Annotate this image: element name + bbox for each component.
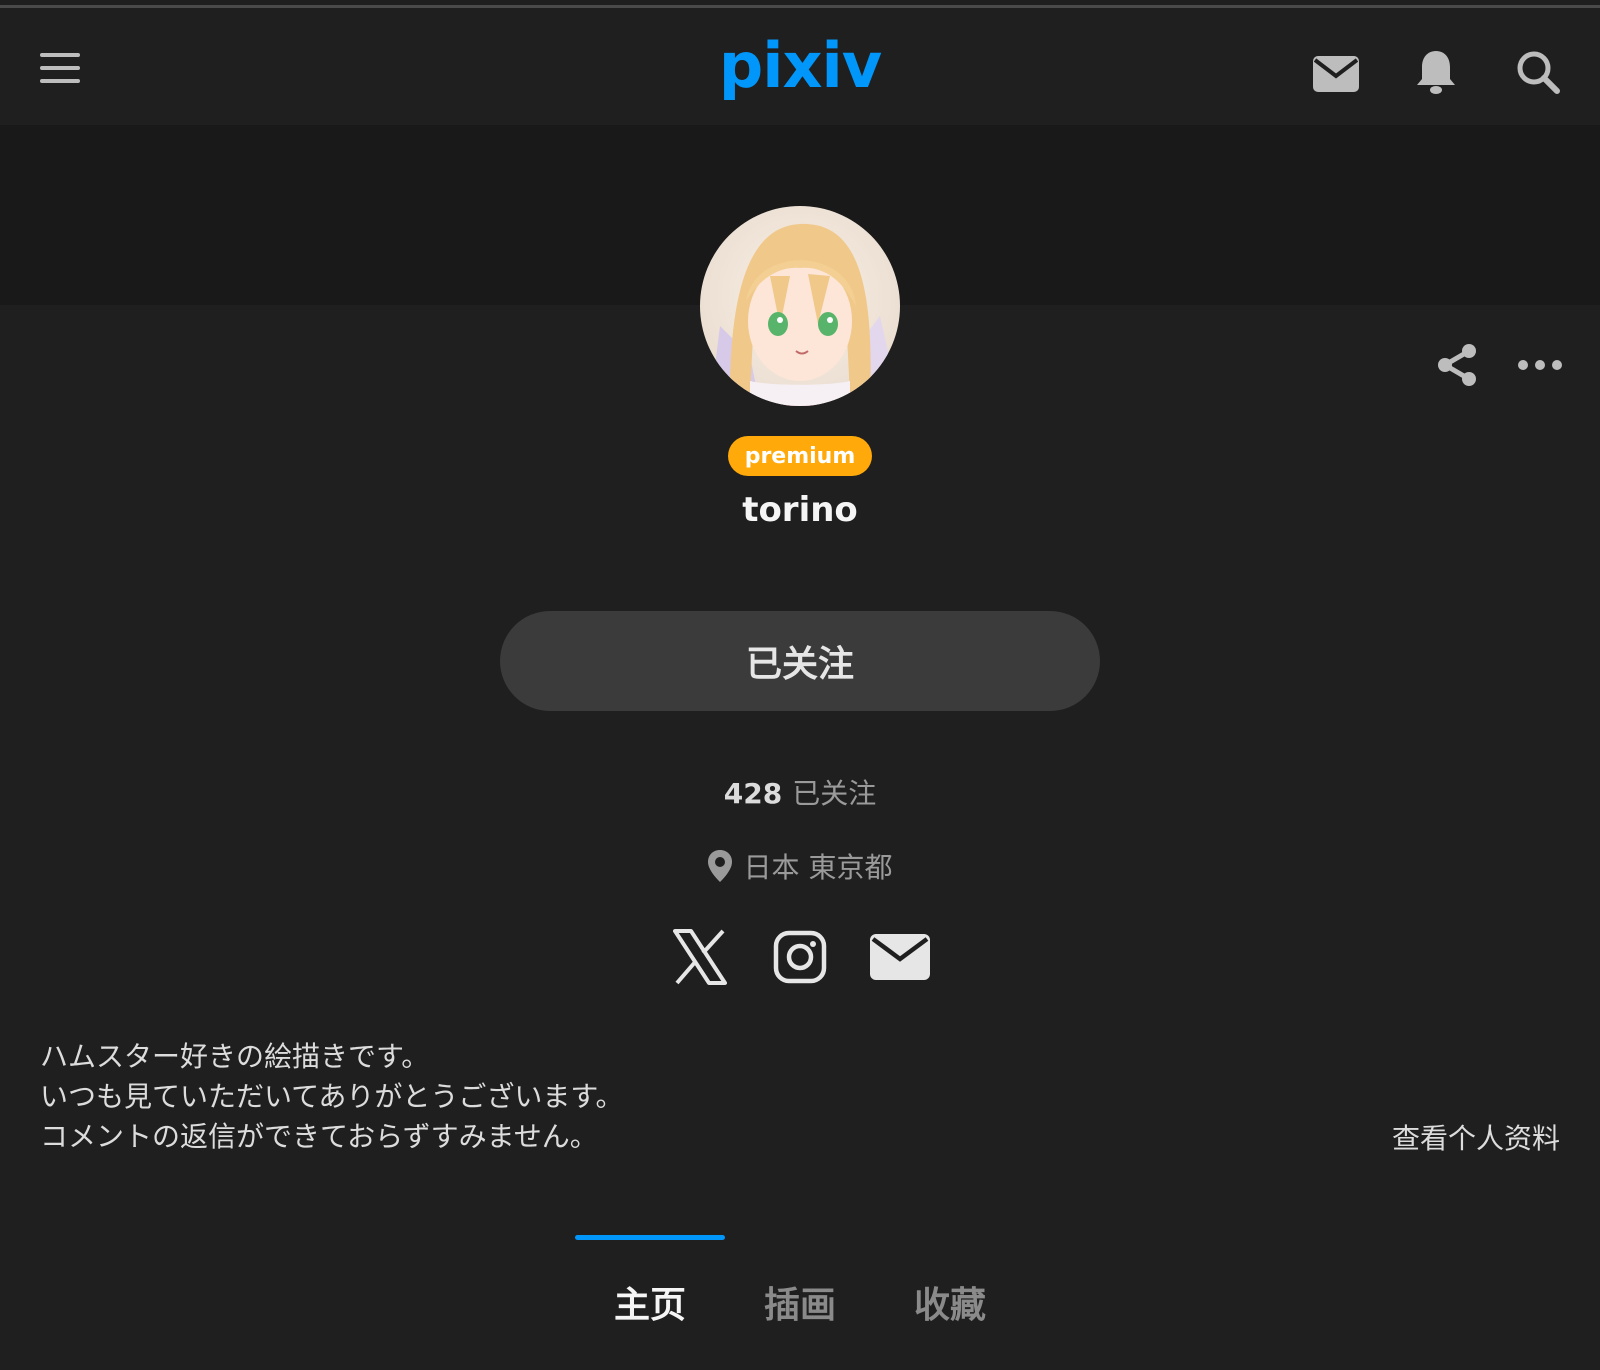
bell-icon[interactable] — [1406, 42, 1466, 102]
bio: ハムスター好きの絵描きです。 いつも見ていただいてありがとうございます。 コメン… — [40, 1037, 1290, 1157]
tab-bookmarks[interactable]: 收藏 — [875, 1235, 1025, 1335]
tab-illustrations-label: 插画 — [763, 1285, 836, 1326]
share-icon[interactable] — [1432, 340, 1482, 390]
bio-line: コメントの返信ができておらずすみません。 — [40, 1120, 598, 1153]
bio-line: ハムスター好きの絵描きです。 — [40, 1040, 430, 1073]
tab-illustrations[interactable]: 插画 — [725, 1235, 875, 1335]
view-profile-link[interactable]: 查看个人资料 — [1360, 1117, 1560, 1157]
profile-tabs: 主页 插画 收藏 — [575, 1235, 1025, 1335]
tab-bookmarks-label: 收藏 — [913, 1285, 986, 1326]
top-bar: pixiv — [0, 8, 1600, 125]
search-icon[interactable] — [1508, 42, 1568, 102]
username: torino — [742, 490, 858, 530]
location-pin-icon — [707, 850, 732, 882]
x-icon[interactable] — [668, 925, 732, 989]
logo-text: pixiv — [718, 29, 882, 102]
more-options-icon[interactable] — [1510, 345, 1570, 385]
profile-page: pixiv premium torino 已关注 428 已关注 日本 東京都 … — [0, 0, 1600, 1370]
following-label: 已关注 — [792, 777, 877, 810]
email-icon[interactable] — [868, 925, 932, 989]
location: 日本 東京都 — [600, 846, 1000, 886]
following-count[interactable]: 428 已关注 — [600, 772, 1000, 812]
avatar-illustration — [700, 206, 900, 406]
tab-home[interactable]: 主页 — [575, 1235, 725, 1335]
pixiv-logo[interactable]: pixiv — [700, 26, 900, 106]
following-number: 428 — [723, 777, 783, 810]
follow-button[interactable]: 已关注 — [500, 611, 1100, 711]
mail-icon[interactable] — [1306, 44, 1366, 104]
tab-home-label: 主页 — [613, 1285, 686, 1326]
location-text: 日本 東京都 — [743, 851, 893, 884]
avatar[interactable] — [700, 206, 900, 406]
instagram-icon[interactable] — [768, 925, 832, 989]
hamburger-menu-icon[interactable] — [30, 38, 90, 98]
premium-badge: premium — [728, 436, 872, 476]
bio-line: いつも見ていただいてありがとうございます。 — [40, 1080, 624, 1113]
